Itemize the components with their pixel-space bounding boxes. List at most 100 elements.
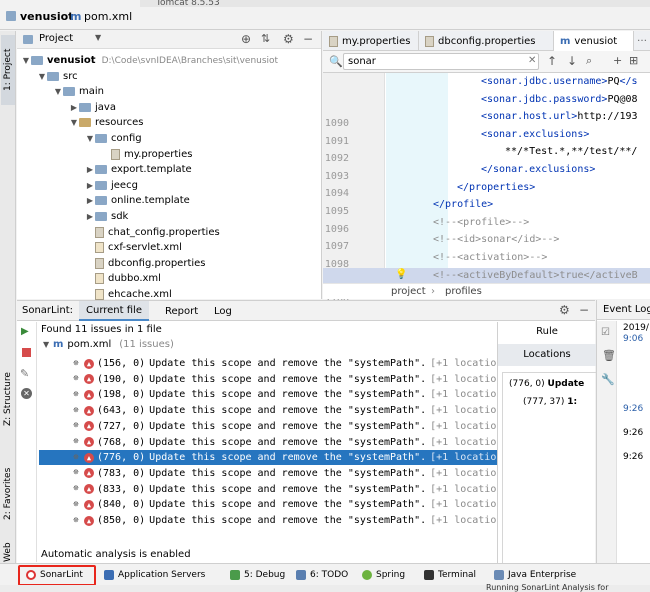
gear-icon[interactable]: ⚙ xyxy=(283,32,294,46)
file-node[interactable]: ▼ m pom.xml (11 issues) xyxy=(43,339,174,350)
tree-item[interactable]: ▶ sdk xyxy=(85,209,128,224)
tree-item[interactable]: ▼ src xyxy=(37,69,78,84)
issue-row[interactable]: ☸ ▲ (190, 0) Update this scope and remove … xyxy=(39,372,511,387)
breadcrumb-project-tag[interactable]: project xyxy=(391,286,426,297)
web-tool-tab-label: Web xyxy=(3,542,13,562)
tree-item[interactable]: ▼ venusiot D:\Code\svnIDEA\Branches\sit\ve… xyxy=(21,53,278,68)
chevron-down-icon[interactable]: ▼ xyxy=(85,134,95,143)
tree-item[interactable]: dubbo.xml xyxy=(85,271,161,286)
settings-icon[interactable]: ☑ xyxy=(601,327,610,338)
issue-row[interactable]: ☸ ▲ (840, 0) Update this scope and remove … xyxy=(39,497,511,512)
collapse-all-icon[interactable]: ⇅ xyxy=(261,32,270,45)
tree-item[interactable]: ▼ config xyxy=(85,131,142,146)
gear-icon[interactable]: ⚙ xyxy=(559,303,570,317)
breadcrumb-file[interactable]: pom.xml xyxy=(84,10,132,23)
code-area[interactable]: <sonar.jdbc.username>PQ</s <sonar.jdbc.pa… xyxy=(323,31,650,283)
tool-tab-label: Terminal xyxy=(438,570,477,580)
chevron-down-icon[interactable]: ▼ xyxy=(69,118,79,127)
sonarlint-actions: ▶ ✎ ✕ xyxy=(17,322,37,562)
issue-row[interactable]: ☸ ▲ (850, 0) Update this scope and remove … xyxy=(39,513,511,528)
wrench-icon[interactable]: 🔧 xyxy=(601,373,615,386)
folder-icon xyxy=(6,11,16,21)
breadcrumb-project[interactable]: venusiot xyxy=(20,10,73,23)
tree-item[interactable]: my.properties xyxy=(101,147,192,162)
tool-tab-java-enterprise[interactable]: Java Enterprise xyxy=(494,567,576,583)
issue-row[interactable]: ☸ ▲ (768, 0) Update this scope and remove … xyxy=(39,435,511,450)
location-position: (776, 0) xyxy=(509,379,545,389)
tool-tab-terminal[interactable]: Terminal xyxy=(424,567,476,583)
chevron-down-icon[interactable]: ▼ xyxy=(95,33,101,42)
issue-row[interactable]: ☸ ▲ (833, 0) Update this scope and remove … xyxy=(39,482,511,497)
tree-item[interactable]: ▶ online.template xyxy=(85,193,190,208)
tab-current-file[interactable]: Current file xyxy=(79,301,149,321)
remove-icon[interactable]: ✕ xyxy=(21,388,32,399)
clear-icon[interactable]: ✎ xyxy=(20,367,29,380)
tree-item[interactable]: ▼ main xyxy=(53,84,104,99)
chevron-right-icon[interactable]: ▶ xyxy=(85,181,95,190)
issue-row[interactable]: ☸ ▲ (783, 0) Update this scope and remove … xyxy=(39,466,511,481)
issue-row[interactable]: ☸ ▲ (776, 0) Update this scope and remove … xyxy=(39,450,511,466)
issue-row[interactable]: ☸ ▲ (643, 0) Update this scope and remove … xyxy=(39,403,511,418)
folder-icon xyxy=(79,102,91,112)
intention-bulb-icon[interactable]: 💡 xyxy=(395,269,407,280)
tree-item[interactable]: chat_config.properties xyxy=(85,225,220,240)
run-analysis-icon[interactable]: ▶ xyxy=(21,326,29,337)
locate-icon[interactable]: ⊕ xyxy=(241,32,251,46)
bug-type-icon: ☸ xyxy=(73,405,79,416)
chevron-right-icon[interactable]: ▶ xyxy=(69,103,79,112)
chevron-down-icon[interactable]: ▼ xyxy=(21,56,31,65)
chevron-down-icon: ▼ xyxy=(43,340,50,349)
chevron-right-icon[interactable]: ▶ xyxy=(85,196,95,205)
tree-item[interactable]: cxf-servlet.xml xyxy=(85,240,182,255)
folder-icon xyxy=(63,87,75,97)
location-item[interactable]: (777, 37) 1: xyxy=(523,397,577,407)
tree-item[interactable]: ▶ jeecg xyxy=(85,178,138,193)
tool-tab-sonarlint[interactable]: SonarLint xyxy=(26,567,83,583)
tree-item[interactable]: ▶ export.template xyxy=(85,162,192,177)
tree-item-label: config xyxy=(111,133,142,144)
project-view-selector[interactable]: Project xyxy=(39,33,73,44)
bug-type-icon: ☸ xyxy=(73,499,79,510)
tab-rule[interactable]: Rule xyxy=(498,322,596,342)
issue-message: Update this scope and remove the "system… xyxy=(149,452,427,464)
folder-icon xyxy=(95,165,107,175)
hide-icon[interactable]: − xyxy=(579,303,589,317)
web-tool-tab[interactable]: Web xyxy=(1,541,15,563)
issue-position: (850, 0) xyxy=(97,515,146,526)
tool-tab-todo[interactable]: 6: TODO xyxy=(296,567,348,583)
trash-icon[interactable]: 🗑 xyxy=(602,349,616,362)
chevron-down-icon[interactable]: ▼ xyxy=(37,72,47,81)
issue-row[interactable]: ☸ ▲ (727, 0) Update this scope and remove … xyxy=(39,419,511,434)
stop-icon[interactable] xyxy=(22,348,31,357)
tab-locations-label: Locations xyxy=(523,349,571,360)
location-item[interactable]: (776, 0) Update xyxy=(509,379,584,389)
tool-tab-spring[interactable]: Spring xyxy=(362,567,405,583)
favorites-tool-tab[interactable]: 2: Favorites xyxy=(1,449,15,539)
tree-item[interactable]: ▼ resources xyxy=(69,115,144,130)
tool-tab-debug[interactable]: 5: Debug xyxy=(230,567,285,583)
tree-item[interactable]: dbconfig.properties xyxy=(85,256,206,271)
chevron-down-icon[interactable]: ▼ xyxy=(53,87,63,96)
issue-position: (156, 0) xyxy=(97,358,146,369)
issue-position: (840, 0) xyxy=(97,499,146,511)
issue-row[interactable]: ☸ ▲ (156, 0) Update this scope and remove … xyxy=(39,356,511,371)
chevron-right-icon[interactable]: ▶ xyxy=(85,165,95,174)
project-tool-tab[interactable]: 1: Project xyxy=(1,35,15,105)
tool-tab-label: Application Servers xyxy=(118,570,206,580)
tool-tab-label: 5: Debug xyxy=(244,570,286,580)
event-log-title[interactable]: Event Log xyxy=(597,300,650,320)
tool-tab-application-servers[interactable]: Application Servers xyxy=(104,567,205,583)
tab-log[interactable]: Log xyxy=(207,301,239,321)
structure-tool-tab[interactable]: Z: Structure xyxy=(1,354,15,444)
project-panel: Project ▼ ⊕ ⇅ ⚙ − ▼ venusiot D:\Code\svnID… xyxy=(17,31,322,300)
tab-report-label: Report xyxy=(165,305,199,317)
left-tool-stripe: 1: Project Z: Structure 2: Favorites Web xyxy=(0,31,16,563)
tree-item[interactable]: ▶ java xyxy=(69,100,116,115)
breadcrumb-profiles-tag[interactable]: profiles xyxy=(445,286,482,297)
tab-locations[interactable]: Locations xyxy=(498,344,596,366)
tab-report[interactable]: Report xyxy=(158,301,205,321)
issue-row[interactable]: ☸ ▲ (198, 0) Update this scope and remove … xyxy=(39,387,511,402)
hide-icon[interactable]: − xyxy=(303,32,313,46)
run-configuration-selector[interactable]: Tomcat 8.5.53 xyxy=(156,0,220,8)
chevron-right-icon[interactable]: ▶ xyxy=(85,212,95,221)
